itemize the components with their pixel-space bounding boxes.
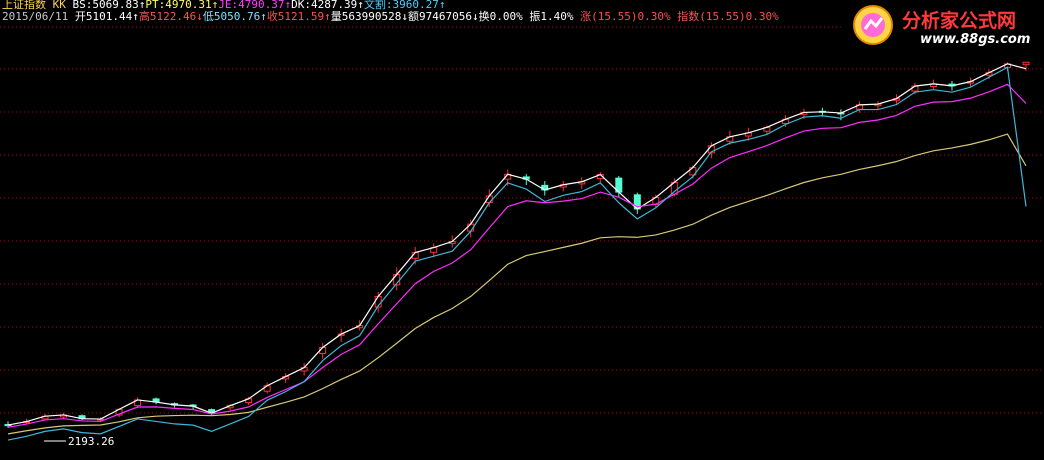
site-logo[interactable]: 分析家公式网 www.88gs.com <box>844 0 1044 52</box>
candle-30 <box>559 180 567 192</box>
indicator-lines <box>7 63 1027 441</box>
price-field-7: 换0.00% <box>478 10 523 23</box>
logo-title: 分析家公式网 <box>902 10 1017 32</box>
price-field-4: 收5121.59↑ <box>266 10 331 23</box>
candlesticks <box>4 61 1030 428</box>
price-field-0: 2015/06/11 <box>2 10 75 23</box>
analyst-logo-icon <box>853 5 893 45</box>
candle-31 <box>578 177 586 189</box>
series-line-1 <box>7 83 1027 428</box>
price-field-1: 开5101.44↑ <box>74 10 139 23</box>
price-field-5: 量563990528↓ <box>330 10 409 23</box>
price-field-2: 高5122.46↓ <box>138 10 203 23</box>
price-info-row: 2015/06/11 开5101.44↑高5122.46↓低5050.76↑收5… <box>2 11 779 23</box>
logo-url: www.88gs.com <box>920 32 1031 47</box>
price-field-9: 涨(15.55)0.30% <box>573 10 671 23</box>
series-line-3 <box>7 66 1027 441</box>
minimum-marker: 2193.26 <box>44 435 114 448</box>
candle-body-55 <box>1022 61 1030 66</box>
quote-header: 上证指数 KK BS:5069.83↑PT:4970.31↑JE:4790.37… <box>0 0 840 24</box>
candle-8 <box>152 397 160 405</box>
price-field-3: 低5050.76↑ <box>202 10 267 23</box>
kline-chart[interactable]: 2193.26 <box>0 0 1044 460</box>
price-field-6: 额97467056↓ <box>408 10 479 23</box>
price-field-8: 振1.40% <box>522 10 574 23</box>
candle-47 <box>874 101 882 110</box>
candle-34 <box>633 192 641 214</box>
series-line-0 <box>7 63 1027 426</box>
min-marker-label: 2193.26 <box>68 435 114 448</box>
price-field-10: 指数(15.55)0.30% <box>670 10 779 23</box>
candle-55 <box>1022 61 1030 72</box>
chart-grid <box>0 26 1044 414</box>
